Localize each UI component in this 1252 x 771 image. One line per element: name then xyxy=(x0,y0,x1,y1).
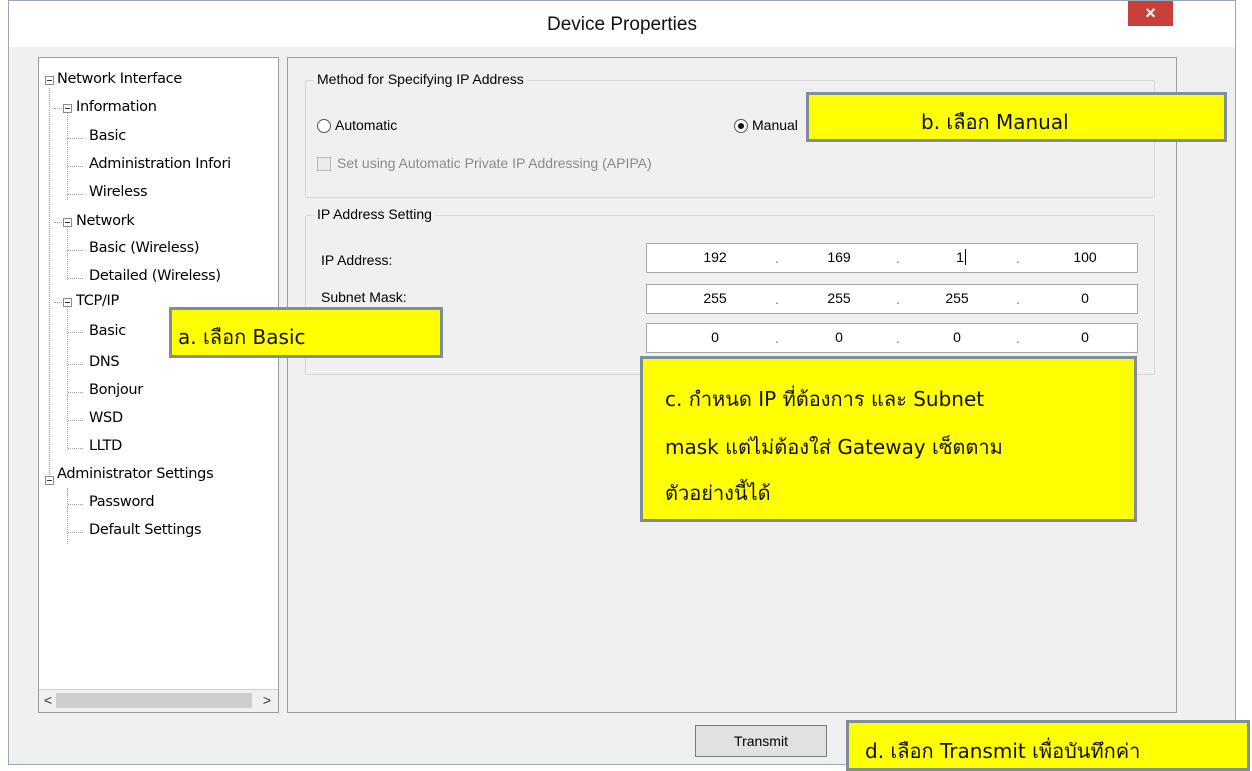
window-title: Device Properties xyxy=(547,14,697,35)
expander-administrator-settings[interactable] xyxy=(45,476,54,485)
subnet-octet-4[interactable]: 0 xyxy=(1065,290,1105,306)
tree-item-administration-information[interactable]: Administration Infori xyxy=(89,156,231,172)
expander-information[interactable] xyxy=(63,104,72,113)
gateway-octet-3[interactable]: 0 xyxy=(937,329,977,345)
tree-item-administrator-settings[interactable]: Administrator Settings xyxy=(57,466,214,482)
gateway-octet-1[interactable]: 0 xyxy=(695,329,735,345)
subnet-mask-label: Subnet Mask: xyxy=(321,289,407,305)
manual-label[interactable]: Manual xyxy=(752,117,798,133)
tree-item-network-interface[interactable]: Network Interface xyxy=(57,71,182,87)
apipa-label: Set using Automatic Private IP Addressin… xyxy=(337,155,652,171)
navigation-tree: Network Interface Information Basic Admi… xyxy=(38,57,279,713)
tree-item-bonjour[interactable]: Bonjour xyxy=(89,382,143,398)
ip-octet-2[interactable]: 169 xyxy=(819,249,859,265)
tree-item-wireless[interactable]: Wireless xyxy=(89,184,148,200)
callout-b: b. เลือก Manual xyxy=(806,92,1227,142)
expander-network-interface[interactable] xyxy=(45,76,54,85)
callout-a-text: a. เลือก Basic xyxy=(178,325,306,349)
tree-item-detailed-wireless[interactable]: Detailed (Wireless) xyxy=(89,268,221,284)
gateway-octet-4[interactable]: 0 xyxy=(1065,329,1105,345)
scroll-left-arrow-icon[interactable]: < xyxy=(44,692,52,708)
ip-octet-3[interactable]: 1 xyxy=(956,249,964,265)
subnet-dot-3: . xyxy=(1016,291,1020,307)
tree-item-password[interactable]: Password xyxy=(89,494,155,510)
expander-tcpip[interactable] xyxy=(63,298,72,307)
tree-item-wsd[interactable]: WSD xyxy=(89,410,123,426)
tree-item-information[interactable]: Information xyxy=(76,99,157,115)
callout-d-text: d. เลือก Transmit เพื่อบันทึกค่า xyxy=(865,739,1141,763)
callout-b-text: b. เลือก Manual xyxy=(921,110,1069,134)
gateway-octet-2[interactable]: 0 xyxy=(819,329,859,345)
tree-item-dns[interactable]: DNS xyxy=(89,354,120,370)
tree-item-network[interactable]: Network xyxy=(76,213,135,229)
manual-radio[interactable] xyxy=(734,119,748,133)
expander-network[interactable] xyxy=(63,218,72,227)
ip-address-label: IP Address: xyxy=(321,252,393,268)
tree-item-tcpip-basic[interactable]: Basic xyxy=(89,323,126,339)
automatic-label[interactable]: Automatic xyxy=(335,117,397,133)
gateway-dot-3: . xyxy=(1016,330,1020,346)
subnet-octet-3[interactable]: 255 xyxy=(937,290,977,306)
ip-dot-1: . xyxy=(775,250,779,266)
automatic-radio[interactable] xyxy=(317,119,331,133)
horizontal-scrollbar[interactable]: < > xyxy=(39,689,278,712)
callout-d: d. เลือก Transmit เพื่อบันทึกค่า xyxy=(846,720,1250,771)
ip-address-field[interactable]: 192 . 169 . 1 . 100 xyxy=(646,243,1138,273)
gateway-field[interactable]: 0 . 0 . 0 . 0 xyxy=(646,323,1138,353)
callout-a: a. เลือก Basic xyxy=(169,307,443,358)
callout-c-line3: ตัวอย่างนี้ได้ xyxy=(665,481,771,505)
ip-dot-3: . xyxy=(1016,250,1020,266)
transmit-button[interactable]: Transmit xyxy=(695,725,827,757)
callout-c: c. กำหนด IP ที่ต้องการ และ Subnet mask แ… xyxy=(640,356,1137,522)
tree-item-lltd[interactable]: LLTD xyxy=(89,438,122,454)
tree-item-basic-wireless[interactable]: Basic (Wireless) xyxy=(89,240,199,256)
callout-c-line2: mask แต่ไม่ต้องใส่ Gateway เซ็ตตาม xyxy=(665,435,1003,459)
ip-octet-3-wrap[interactable]: 1 xyxy=(941,249,981,265)
tree-item-tcpip[interactable]: TCP/IP xyxy=(76,293,119,309)
scrollbar-thumb[interactable] xyxy=(56,693,252,708)
subnet-mask-field[interactable]: 255 . 255 . 255 . 0 xyxy=(646,284,1138,314)
ip-octet-1[interactable]: 192 xyxy=(695,249,735,265)
subnet-octet-1[interactable]: 255 xyxy=(695,290,735,306)
tree-item-information-basic[interactable]: Basic xyxy=(89,128,126,144)
subnet-dot-1: . xyxy=(775,291,779,307)
gateway-dot-2: . xyxy=(896,330,900,346)
method-group-title: Method for Specifying IP Address xyxy=(314,71,527,87)
subnet-octet-2[interactable]: 255 xyxy=(819,290,859,306)
gateway-dot-1: . xyxy=(775,330,779,346)
title-bar: Device Properties × xyxy=(9,1,1235,47)
ip-dot-2: . xyxy=(896,250,900,266)
callout-c-line1: c. กำหนด IP ที่ต้องการ และ Subnet xyxy=(665,387,985,411)
scroll-right-arrow-icon[interactable]: > xyxy=(263,692,271,708)
text-caret xyxy=(964,249,966,265)
subnet-dot-2: . xyxy=(896,291,900,307)
tree-item-default-settings[interactable]: Default Settings xyxy=(89,522,202,538)
apipa-checkbox[interactable] xyxy=(317,157,331,171)
ip-octet-4[interactable]: 100 xyxy=(1065,249,1105,265)
close-button[interactable]: × xyxy=(1128,1,1173,26)
ip-setting-group-title: IP Address Setting xyxy=(314,206,435,222)
